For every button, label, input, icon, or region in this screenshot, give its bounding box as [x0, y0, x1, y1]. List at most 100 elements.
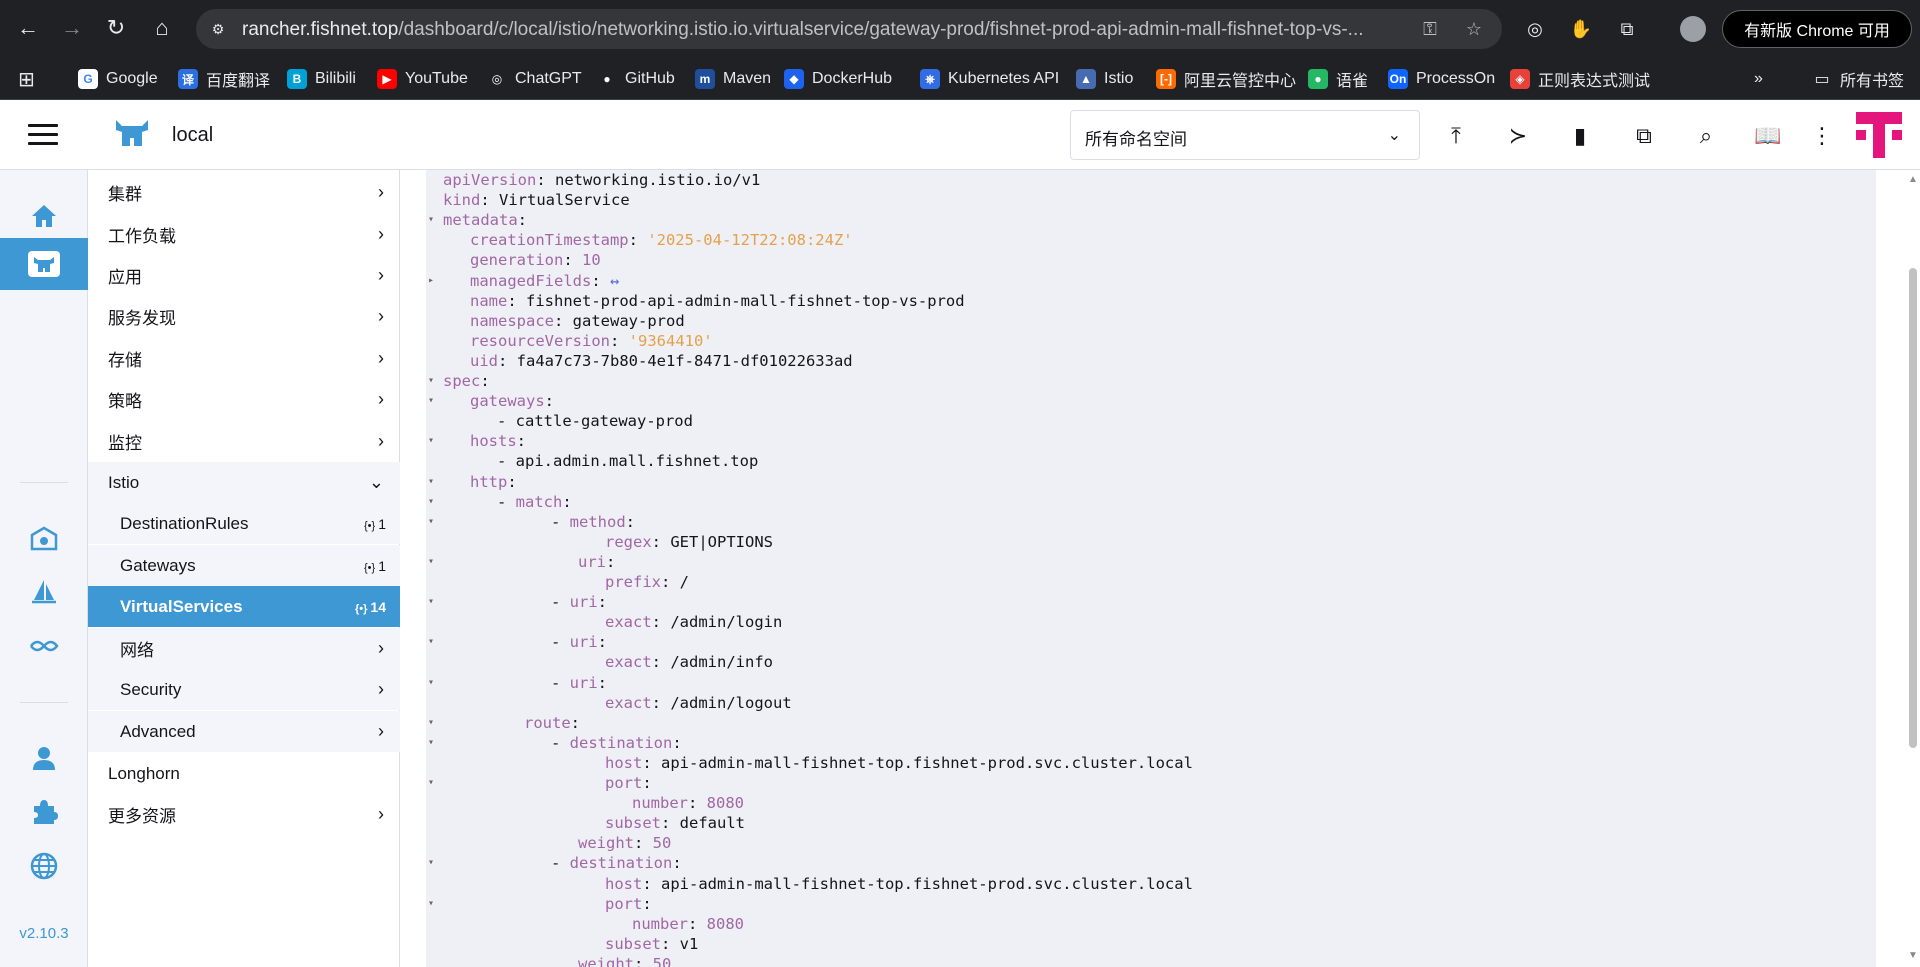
password-key-icon[interactable]: ⚿	[1418, 17, 1442, 41]
yaml-line[interactable]: - cattle-gateway-prod	[497, 411, 693, 431]
yaml-line[interactable]: number: 8080	[632, 914, 744, 934]
yaml-line[interactable]: - uri:	[551, 632, 616, 652]
yaml-line[interactable]: kind: VirtualService	[443, 190, 630, 210]
yaml-line[interactable]: - match:	[497, 492, 581, 512]
bookmark-8[interactable]: ⎈ Kubernetes API	[920, 66, 1059, 92]
user-avatar[interactable]	[1856, 112, 1902, 158]
cluster-name[interactable]: local	[172, 124, 213, 147]
editor-scrollbar[interactable]: ▲ ▼	[1906, 170, 1920, 967]
fold-open-icon[interactable]: ▾	[428, 492, 440, 512]
home-rail-icon[interactable]	[0, 190, 88, 242]
home-icon[interactable]: ⌂	[146, 12, 178, 44]
fold-open-icon[interactable]: ▾	[428, 713, 440, 733]
profile-avatar[interactable]	[1680, 16, 1706, 42]
fold-open-icon[interactable]: ▾	[428, 592, 440, 612]
bookmark-4[interactable]: ◎ ChatGPT	[487, 66, 582, 92]
bookmark-star-icon[interactable]: ☆	[1462, 17, 1486, 41]
yaml-line[interactable]: hosts:	[470, 431, 535, 451]
yaml-line[interactable]: apiVersion: networking.istio.io/v1	[443, 170, 760, 190]
fold-open-icon[interactable]: ▾	[428, 371, 440, 391]
bookmark-11[interactable]: ● 语雀	[1308, 66, 1368, 92]
yaml-line[interactable]: host: api-admin-mall-fishnet-top.fishnet…	[605, 874, 1193, 894]
yaml-line[interactable]: - api.admin.mall.fishnet.top	[497, 451, 758, 471]
yaml-line[interactable]: http:	[470, 472, 526, 492]
namespace-select[interactable]: 所有命名空间 ⌄	[1070, 110, 1420, 160]
nav-item-服务发现[interactable]: 服务发现 ›	[88, 296, 400, 337]
yaml-line[interactable]: subset: v1	[605, 934, 698, 954]
upload-icon[interactable]: ⤒	[1440, 120, 1472, 152]
adblock-icon[interactable]: ✋	[1566, 14, 1596, 44]
address-bar[interactable]: ⚙ rancher.fishnet.top/dashboard/c/local/…	[196, 9, 1502, 49]
fold-open-icon[interactable]: ▾	[428, 472, 440, 492]
menu-icon[interactable]	[28, 124, 58, 146]
globe-rail-icon[interactable]	[0, 840, 88, 892]
yaml-line[interactable]: weight: 50	[578, 833, 671, 853]
yaml-line[interactable]: managedFields: ↔	[470, 271, 619, 291]
nav-item-更多资源[interactable]: 更多资源 ›	[88, 794, 400, 835]
nav-item-策略[interactable]: 策略 ›	[88, 379, 400, 420]
more-bookmarks-icon[interactable]: »	[1754, 66, 1763, 92]
reload-icon[interactable]: ↻	[100, 12, 132, 44]
scroll-up-icon[interactable]: ▲	[1908, 174, 1918, 185]
scroll-down-icon[interactable]: ▼	[1908, 950, 1918, 961]
nav-item-工作负载[interactable]: 工作负载 ›	[88, 214, 400, 255]
yaml-line[interactable]: - destination:	[551, 733, 691, 753]
back-icon[interactable]: ←	[12, 12, 44, 44]
users-rail-icon[interactable]	[0, 732, 88, 784]
nav-item-security[interactable]: Security ›	[88, 669, 400, 710]
fold-open-icon[interactable]: ▾	[428, 431, 440, 451]
search-icon[interactable]: ⌕	[1690, 120, 1722, 152]
yaml-line[interactable]: generation: 10	[470, 250, 601, 270]
yaml-line[interactable]: uri:	[578, 552, 625, 572]
bookmark-9[interactable]: ▲ Istio	[1076, 66, 1133, 92]
cluster-rail-icon[interactable]	[0, 238, 88, 290]
kubeconfig-file-icon[interactable]: ▮	[1564, 120, 1596, 152]
sail-rail-icon[interactable]	[0, 566, 88, 618]
bookmark-12[interactable]: On ProcessOn	[1388, 66, 1495, 92]
nav-item-destinationrules[interactable]: DestinationRules {•} 1	[88, 503, 400, 544]
yaml-line[interactable]: spec:	[443, 371, 499, 391]
bookmark-3[interactable]: ▶ YouTube	[377, 66, 468, 92]
bookmark-13[interactable]: ◈ 正则表达式测试	[1510, 66, 1650, 92]
nav-item-监控[interactable]: 监控 ›	[88, 421, 400, 462]
all-bookmarks[interactable]: ▭ 所有书签	[1812, 66, 1904, 92]
version-label[interactable]: v2.10.3	[0, 925, 88, 942]
extensions-rail-icon[interactable]	[0, 786, 88, 838]
nav-item-virtualservices[interactable]: VirtualServices {•} 14	[88, 586, 400, 627]
copy-kubeconfig-icon[interactable]: ⧉	[1628, 120, 1660, 152]
bookmark-0[interactable]: G Google	[78, 66, 158, 92]
nav-item-advanced[interactable]: Advanced ›	[88, 711, 400, 752]
forward-icon[interactable]: →	[56, 12, 88, 44]
yaml-line[interactable]: name: fishnet-prod-api-admin-mall-fishne…	[470, 291, 965, 311]
fold-open-icon[interactable]: ▾	[428, 673, 440, 693]
kubectl-shell-icon[interactable]: ≻	[1502, 120, 1534, 152]
yaml-line[interactable]: gateways:	[470, 391, 563, 411]
yaml-line[interactable]: port:	[605, 894, 661, 914]
bookmark-6[interactable]: m Maven	[695, 66, 771, 92]
yaml-line[interactable]: - destination:	[551, 853, 691, 873]
yaml-line[interactable]: - uri:	[551, 673, 616, 693]
bookmark-1[interactable]: 译百度翻译	[178, 66, 270, 92]
site-info-icon[interactable]: ⚙	[208, 19, 228, 39]
bookmark-7[interactable]: ◆ DockerHub	[784, 66, 892, 92]
yaml-line[interactable]: host: api-admin-mall-fishnet-top.fishnet…	[605, 753, 1193, 773]
extensions-icon[interactable]: ⧉	[1612, 14, 1642, 44]
yaml-line[interactable]: number: 8080	[632, 793, 744, 813]
nav-item-应用[interactable]: 应用 ›	[88, 255, 400, 296]
yaml-line[interactable]: regex: GET|OPTIONS	[605, 532, 773, 552]
nav-item-存储[interactable]: 存储 ›	[88, 338, 400, 379]
yaml-line[interactable]: namespace: gateway-prod	[470, 311, 685, 331]
yaml-line[interactable]: resourceVersion: '9364410'	[470, 331, 713, 351]
fold-open-icon[interactable]: ▾	[428, 552, 440, 572]
fold-open-icon[interactable]: ▾	[428, 632, 440, 652]
reader-mode-icon[interactable]: ◎	[1520, 14, 1550, 44]
apps-grid-icon[interactable]: ⊞	[18, 66, 35, 92]
more-options-icon[interactable]: ⋮	[1806, 120, 1838, 152]
docs-book-icon[interactable]: 📖	[1752, 120, 1784, 152]
yaml-line[interactable]: exact: /admin/info	[605, 652, 773, 672]
yaml-line[interactable]: prefix: /	[605, 572, 689, 592]
longhorn-rail-icon[interactable]	[0, 620, 88, 672]
fold-open-icon[interactable]: ▾	[428, 210, 440, 230]
fold-open-icon[interactable]: ▾	[428, 853, 440, 873]
scroll-thumb[interactable]	[1909, 268, 1917, 748]
